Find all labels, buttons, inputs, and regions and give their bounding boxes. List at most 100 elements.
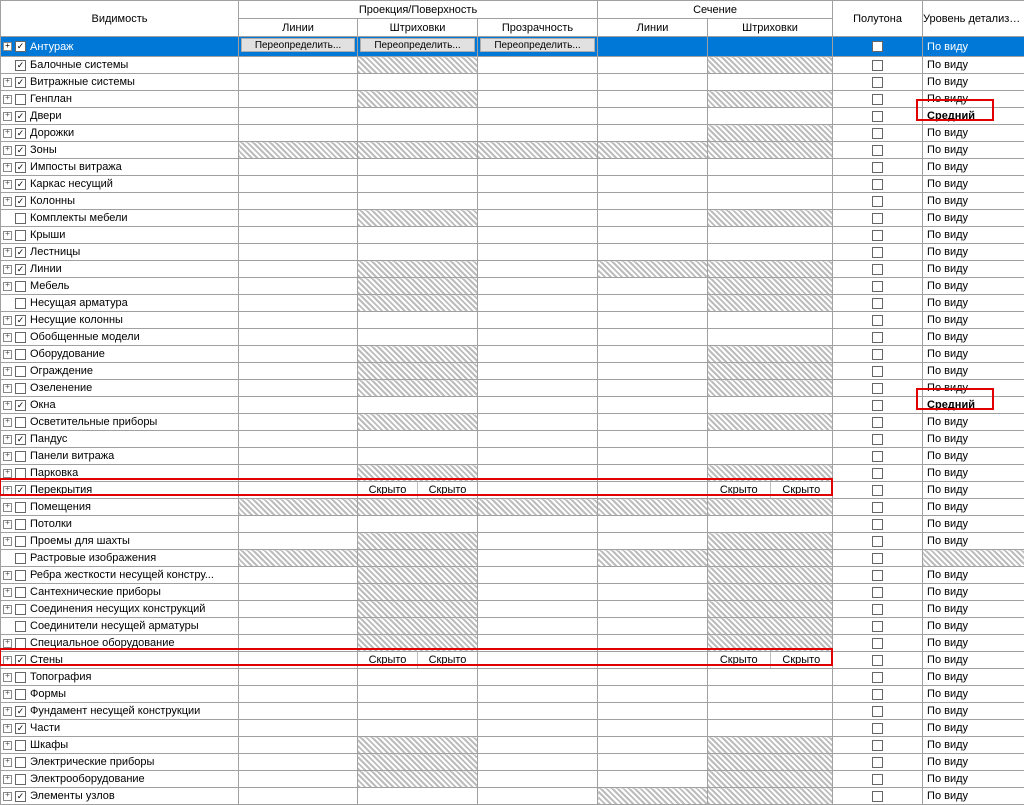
detail-level-cell[interactable]: По виду bbox=[923, 601, 1024, 618]
halftone-checkbox[interactable] bbox=[872, 655, 883, 666]
halftone-checkbox[interactable] bbox=[872, 587, 883, 598]
visibility-checkbox[interactable] bbox=[15, 519, 26, 530]
sec-hatch-cell[interactable] bbox=[708, 499, 833, 516]
table-row[interactable]: +ОкнаСредний bbox=[1, 397, 1024, 414]
proj-lines-cell[interactable] bbox=[239, 550, 358, 567]
proj-hatch-cell[interactable] bbox=[358, 754, 478, 771]
proj-hatch-cell[interactable] bbox=[358, 465, 478, 482]
sec-lines-cell[interactable] bbox=[598, 771, 708, 788]
proj-lines-cell[interactable] bbox=[239, 397, 358, 414]
sec-hatch-cell[interactable] bbox=[708, 584, 833, 601]
halftone-cell[interactable] bbox=[833, 74, 923, 91]
sec-hatch-cell[interactable] bbox=[708, 57, 833, 74]
visibility-checkbox[interactable] bbox=[15, 332, 26, 343]
visibility-checkbox[interactable] bbox=[15, 587, 26, 598]
halftone-checkbox[interactable] bbox=[872, 41, 883, 52]
sec-hatch-cell[interactable] bbox=[708, 312, 833, 329]
sec-lines-cell[interactable] bbox=[598, 397, 708, 414]
halftone-checkbox[interactable] bbox=[872, 774, 883, 785]
halftone-cell[interactable] bbox=[833, 652, 923, 669]
proj-trans-cell[interactable] bbox=[478, 516, 598, 533]
proj-trans-cell[interactable] bbox=[478, 771, 598, 788]
header-sec-hatching[interactable]: Штриховки bbox=[708, 19, 833, 37]
proj-lines-cell[interactable] bbox=[239, 754, 358, 771]
proj-trans-cell[interactable] bbox=[478, 295, 598, 312]
visibility-checkbox[interactable] bbox=[15, 553, 26, 564]
halftone-cell[interactable] bbox=[833, 108, 923, 125]
proj-lines-cell[interactable] bbox=[239, 193, 358, 210]
sec-lines-cell[interactable] bbox=[598, 686, 708, 703]
sec-hatch-cell[interactable] bbox=[708, 788, 833, 805]
halftone-cell[interactable] bbox=[833, 261, 923, 278]
visibility-checkbox[interactable] bbox=[15, 179, 26, 190]
proj-lines-cell[interactable] bbox=[239, 142, 358, 159]
expand-icon[interactable]: + bbox=[3, 690, 12, 699]
sec-hatch-cell[interactable] bbox=[708, 431, 833, 448]
visibility-checkbox[interactable] bbox=[15, 247, 26, 258]
proj-hatch-cell[interactable] bbox=[358, 193, 478, 210]
detail-level-cell[interactable]: По виду bbox=[923, 227, 1024, 244]
sec-hatch-cell[interactable] bbox=[708, 227, 833, 244]
sec-hatch-cell[interactable] bbox=[708, 329, 833, 346]
proj-lines-cell[interactable] bbox=[239, 686, 358, 703]
halftone-cell[interactable] bbox=[833, 771, 923, 788]
table-row[interactable]: +Несущая арматураПо виду bbox=[1, 295, 1024, 312]
table-row[interactable]: +Электрические приборыПо виду bbox=[1, 754, 1024, 771]
expand-icon[interactable]: + bbox=[3, 350, 12, 359]
proj-hatch-cell[interactable] bbox=[358, 703, 478, 720]
expand-icon[interactable]: + bbox=[3, 452, 12, 461]
table-row[interactable]: +Несущие колонныПо виду bbox=[1, 312, 1024, 329]
table-row[interactable]: +Фундамент несущей конструкцииПо виду bbox=[1, 703, 1024, 720]
proj-trans-cell[interactable] bbox=[478, 142, 598, 159]
halftone-cell[interactable] bbox=[833, 686, 923, 703]
detail-level-cell[interactable]: По виду bbox=[923, 737, 1024, 754]
table-row[interactable]: +Ребра жесткости несущей констру...По ви… bbox=[1, 567, 1024, 584]
proj-trans-cell[interactable] bbox=[478, 567, 598, 584]
proj-hatch-cell[interactable] bbox=[358, 635, 478, 652]
proj-hatch-cell[interactable] bbox=[358, 380, 478, 397]
proj-hatch-cell[interactable] bbox=[358, 312, 478, 329]
sec-hatch-cell[interactable] bbox=[708, 669, 833, 686]
proj-trans-cell[interactable] bbox=[478, 159, 598, 176]
proj-hatch-cell[interactable] bbox=[358, 295, 478, 312]
sec-lines-cell[interactable] bbox=[598, 295, 708, 312]
sec-lines-cell[interactable] bbox=[598, 125, 708, 142]
expand-icon[interactable]: + bbox=[3, 42, 12, 51]
sec-lines-cell[interactable] bbox=[598, 448, 708, 465]
sec-lines-cell[interactable] bbox=[598, 516, 708, 533]
proj-lines-cell[interactable] bbox=[239, 210, 358, 227]
halftone-checkbox[interactable] bbox=[872, 485, 883, 496]
proj-lines-cell[interactable] bbox=[239, 108, 358, 125]
halftone-cell[interactable] bbox=[833, 669, 923, 686]
sec-hatch-cell[interactable] bbox=[708, 550, 833, 567]
proj-trans-cell[interactable] bbox=[478, 108, 598, 125]
proj-trans-cell[interactable] bbox=[478, 737, 598, 754]
proj-lines-cell[interactable] bbox=[239, 312, 358, 329]
sec-lines-cell[interactable] bbox=[598, 584, 708, 601]
visibility-checkbox[interactable] bbox=[15, 621, 26, 632]
proj-trans-cell[interactable] bbox=[478, 210, 598, 227]
detail-level-cell[interactable]: По виду bbox=[923, 567, 1024, 584]
halftone-checkbox[interactable] bbox=[872, 383, 883, 394]
proj-trans-cell[interactable] bbox=[478, 703, 598, 720]
proj-hatch-cell[interactable] bbox=[358, 431, 478, 448]
detail-level-cell[interactable]: По виду bbox=[923, 91, 1024, 108]
header-visibility[interactable]: Видимость bbox=[1, 1, 239, 37]
proj-lines-cell[interactable] bbox=[239, 363, 358, 380]
proj-hatch-cell[interactable]: Переопределить... bbox=[358, 37, 478, 57]
table-row[interactable]: +Каркас несущийПо виду bbox=[1, 176, 1024, 193]
halftone-checkbox[interactable] bbox=[872, 349, 883, 360]
detail-level-cell[interactable]: По виду bbox=[923, 193, 1024, 210]
halftone-cell[interactable] bbox=[833, 516, 923, 533]
halftone-checkbox[interactable] bbox=[872, 519, 883, 530]
sec-lines-cell[interactable] bbox=[598, 346, 708, 363]
detail-level-cell[interactable]: По виду bbox=[923, 261, 1024, 278]
sec-lines-cell[interactable] bbox=[598, 754, 708, 771]
detail-level-cell[interactable]: По виду bbox=[923, 74, 1024, 91]
proj-hatch-cell[interactable]: СкрытоСкрыто bbox=[358, 652, 478, 669]
detail-level-cell[interactable]: По виду bbox=[923, 516, 1024, 533]
sec-hatch-cell[interactable]: СкрытоСкрыто bbox=[708, 482, 833, 499]
expand-icon[interactable]: + bbox=[3, 78, 12, 87]
proj-trans-cell[interactable] bbox=[478, 414, 598, 431]
detail-level-cell[interactable]: По виду bbox=[923, 686, 1024, 703]
